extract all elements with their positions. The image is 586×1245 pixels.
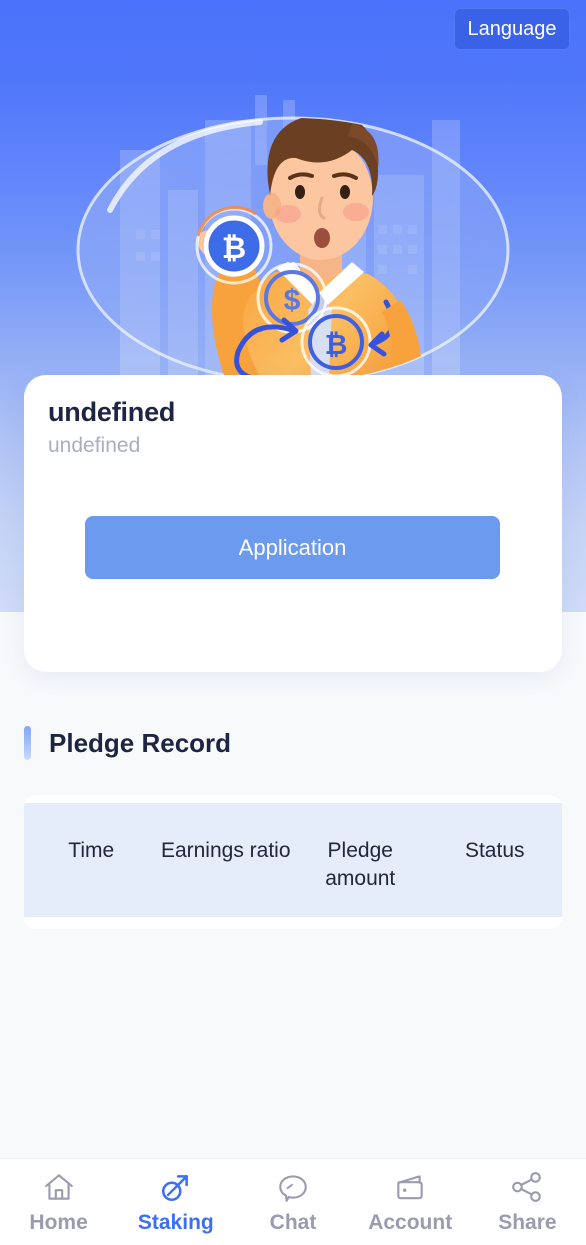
language-button[interactable]: Language <box>454 8 570 50</box>
svg-text:₿: ₿ <box>325 329 348 360</box>
table-column-pledge-amount: Pledge amount <box>325 839 396 890</box>
shovel-icon <box>161 1174 188 1201</box>
pledge-record-heading: Pledge Record <box>24 723 231 763</box>
nav-item-home[interactable]: Home <box>0 1159 117 1245</box>
nav-label-chat: Chat <box>269 1210 317 1234</box>
nav-label-share: Share <box>498 1210 557 1234</box>
nav-item-staking[interactable]: Staking <box>117 1159 234 1245</box>
chat-icon <box>279 1174 307 1202</box>
table-column-status: Status <box>464 839 525 862</box>
svg-text:$: $ <box>284 284 301 317</box>
product-info-card: undefined undefined Application <box>24 375 562 672</box>
section-title: Pledge Record <box>49 727 232 758</box>
svg-text:₿: ₿ <box>222 232 246 265</box>
nav-label-home: Home <box>29 1210 88 1234</box>
nav-item-share[interactable]: Share <box>469 1159 586 1245</box>
table-header-row: Time Earnings ratio Pledge amount Status <box>24 803 562 917</box>
language-button-label: Language <box>467 17 557 40</box>
nav-item-chat[interactable]: Chat <box>234 1159 351 1245</box>
table-column-earnings-ratio: Earnings ratio <box>160 839 291 862</box>
nav-item-account[interactable]: Account <box>352 1159 469 1245</box>
home-icon <box>44 1173 73 1200</box>
share-icon <box>512 1171 542 1202</box>
card-title: undefined <box>48 397 176 427</box>
pledge-record-table: Time Earnings ratio Pledge amount Status <box>24 795 562 929</box>
accent-bar-icon <box>24 726 31 760</box>
card-subtitle: undefined <box>48 434 141 457</box>
nav-label-account: Account <box>368 1210 453 1234</box>
app-root: ₿ $ ₿ Language undefined undefined Appli… <box>0 0 586 1245</box>
application-button[interactable]: Application <box>85 516 500 579</box>
bottom-navigation: Home Staking Chat Account Share <box>0 1158 586 1245</box>
table-column-time: Time <box>68 839 115 862</box>
application-button-label: Application <box>238 534 347 560</box>
wallet-icon <box>397 1174 423 1199</box>
nav-label-staking: Staking <box>137 1210 214 1234</box>
